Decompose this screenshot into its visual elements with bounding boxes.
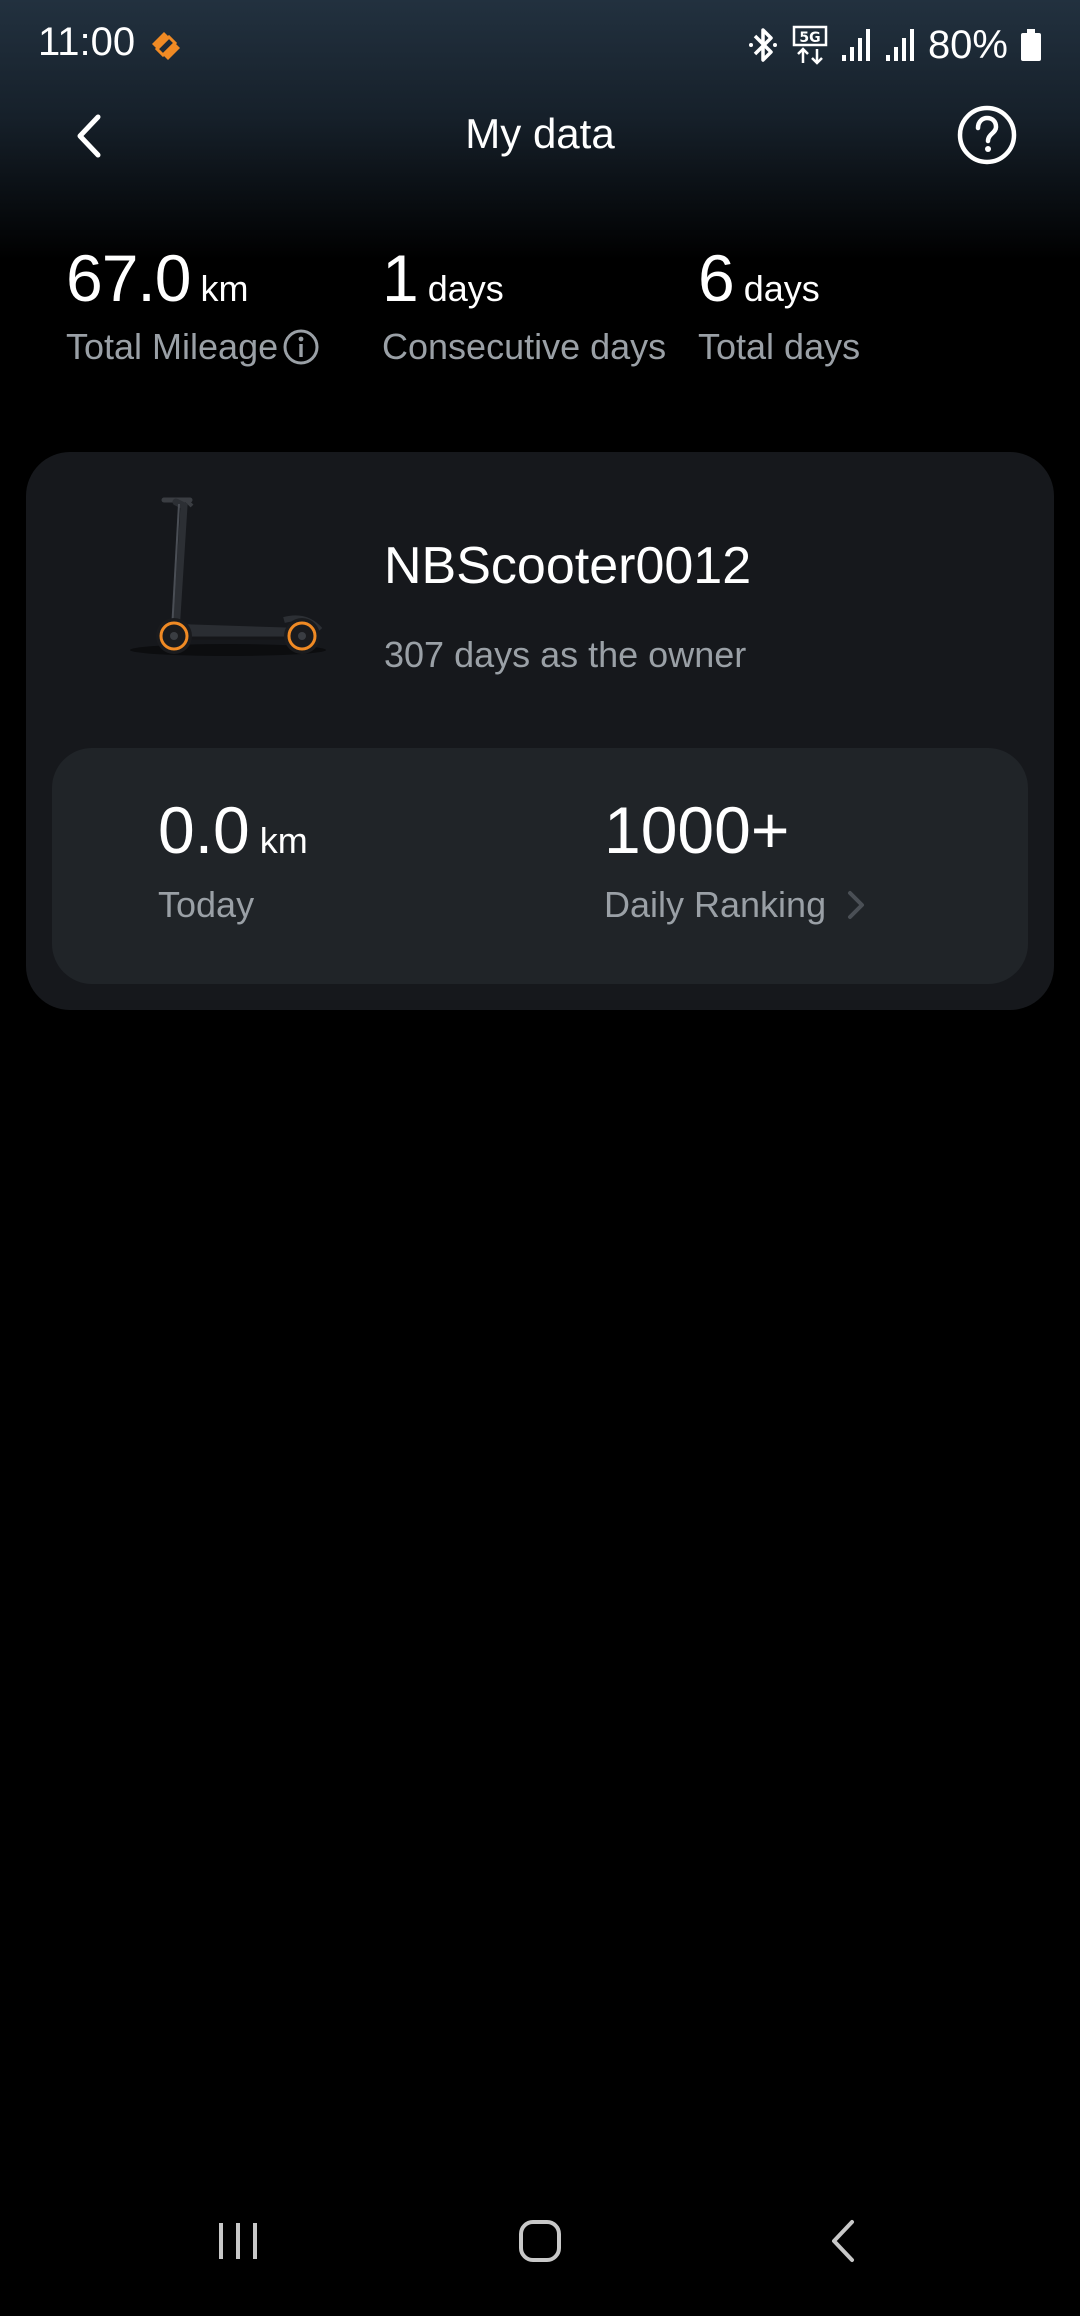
help-circle-icon [957,105,1017,165]
help-button[interactable] [954,102,1020,168]
app-header: My data [0,92,1080,180]
page-title: My data [465,110,615,157]
signal-icon [884,27,916,63]
daily-ranking-stat[interactable]: 1000+ Daily Ranking [604,792,868,926]
status-bar: 11:00 5G 80% [0,0,1080,92]
total-days-unit: days [743,268,820,309]
scooter-image [106,492,346,662]
recent-apps-button[interactable] [198,2206,278,2276]
summary-stats: 67.0 km Total Mileage 1 days Consecutive… [0,240,1080,400]
owner-days-text: 307 days as the owner [384,634,747,675]
today-unit: km [259,820,308,861]
signal-icon [840,27,872,63]
system-nav-bar [0,2166,1080,2316]
today-label: Today [158,884,255,925]
today-stat: 0.0 km Today [158,792,308,926]
consecutive-days-label: Consecutive days [382,326,667,367]
battery-icon [1020,28,1042,62]
total-days-value: 6 [698,241,735,315]
recent-apps-icon [219,2223,257,2259]
back-icon [832,2220,854,2262]
total-days-label: Total days [698,326,861,367]
status-time: 11:00 [38,20,136,64]
battery-percent: 80% [927,22,1008,67]
info-icon[interactable] [282,328,320,366]
daily-ranking-value: 1000+ [604,793,790,867]
chevron-right-icon [844,887,868,923]
device-name: NBScooter0012 [384,537,752,595]
today-stats-card: 0.0 km Today 1000+ Daily Ranking [52,748,1028,984]
total-mileage-label: Total Mileage [66,326,279,367]
bluetooth-icon [746,25,780,65]
total-mileage-value: 67.0 [66,241,191,315]
consecutive-days-stat: 1 days Consecutive days [382,240,666,368]
daily-ranking-label: Daily Ranking [604,884,827,925]
home-button[interactable] [500,2206,580,2276]
consecutive-days-value: 1 [382,241,419,315]
consecutive-days-unit: days [427,268,504,309]
home-icon [519,2220,561,2262]
svg-text:5G: 5G [799,30,820,46]
today-value: 0.0 [158,793,250,867]
nav-back-button[interactable] [804,2206,884,2276]
app-notification-icon [146,26,186,66]
5g-icon: 5G [792,25,828,65]
device-card[interactable]: NBScooter0012 307 days as the owner 0.0 … [26,452,1054,1010]
total-mileage-unit: km [200,268,249,309]
total-days-stat: 6 days Total days [698,240,860,368]
total-mileage-stat: 67.0 km Total Mileage [66,240,320,368]
